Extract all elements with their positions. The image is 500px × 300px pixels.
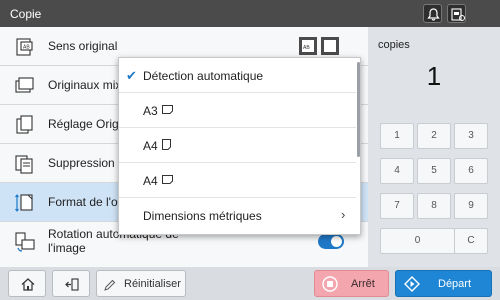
keypad-key-7[interactable]: 7 <box>380 193 414 219</box>
setting-label: Originaux mixt <box>48 78 125 92</box>
device-status-button[interactable] <box>447 4 466 23</box>
svg-text:AB: AB <box>23 45 30 51</box>
home-button[interactable] <box>8 270 46 297</box>
mixed-originals-icon <box>15 77 34 93</box>
job-back-button[interactable] <box>52 270 90 297</box>
option-label: Dimensions métriques <box>143 209 262 223</box>
keypad-key-2[interactable]: 2 <box>417 123 451 149</box>
paper-landscape-icon <box>162 175 173 184</box>
option-label: A3 <box>143 104 158 118</box>
keypad-key-5[interactable]: 5 <box>417 158 451 184</box>
option-a3[interactable]: A3 <box>119 93 356 128</box>
stop-button[interactable]: Arrêt <box>314 270 389 297</box>
home-icon <box>21 278 35 291</box>
option-label: Détection automatique <box>143 69 264 83</box>
copies-label: copies <box>378 39 410 51</box>
keypad-key-6[interactable]: 6 <box>454 158 488 184</box>
original-format-dropdown: ✔ Détection automatique A3 A4 A4 Dimensi… <box>118 57 361 235</box>
option-label: A4 <box>143 174 158 188</box>
keypad-key-clear[interactable]: C <box>454 228 488 254</box>
original-format-icon <box>15 194 33 212</box>
app-title: Copie <box>10 7 42 21</box>
toggle-knob <box>331 236 342 247</box>
reset-button[interactable]: Réinitialiser <box>96 270 186 297</box>
job-back-icon <box>65 278 79 291</box>
setting-label: Suppression p <box>48 156 125 170</box>
original-direction-icon: AB <box>16 38 33 56</box>
keypad-key-1[interactable]: 1 <box>380 123 414 149</box>
stop-icon <box>322 276 338 292</box>
paper-portrait-icon <box>162 139 171 150</box>
page-suppression-icon <box>15 155 33 174</box>
notification-button[interactable] <box>423 4 442 23</box>
checkmark-icon: ✔ <box>126 68 137 83</box>
portrait-orientation-icon: AB <box>299 37 317 55</box>
option-a4-landscape[interactable]: A4 <box>119 163 356 198</box>
start-icon <box>404 276 420 292</box>
option-auto-detection[interactable]: ✔ Détection automatique <box>119 58 356 93</box>
svg-text:AB: AB <box>303 45 310 51</box>
reset-label: Réinitialiser <box>124 278 181 290</box>
setting-label: Sens original <box>48 39 118 53</box>
bell-icon <box>427 8 440 21</box>
auto-rotate-toggle[interactable] <box>318 234 344 249</box>
paper-landscape-icon <box>162 105 173 114</box>
bottom-bar: Réinitialiser Arrêt Départ <box>0 267 500 300</box>
start-button[interactable]: Départ <box>395 270 492 297</box>
device-status-icon <box>451 8 465 21</box>
landscape-orientation-icon <box>321 37 339 55</box>
setting-label: Réglage Origin <box>48 117 129 131</box>
option-a4-portrait[interactable]: A4 <box>119 128 356 163</box>
keypad-key-4[interactable]: 4 <box>380 158 414 184</box>
stop-label: Arrêt <box>351 278 375 290</box>
chevron-right-icon: › <box>341 207 346 222</box>
keypad-key-8[interactable]: 8 <box>417 193 451 219</box>
option-label: A4 <box>143 139 158 153</box>
keypad-key-3[interactable]: 3 <box>454 123 488 149</box>
start-label: Départ <box>438 278 472 290</box>
keypad-key-0[interactable]: 0 <box>380 228 455 254</box>
pencil-icon <box>104 279 116 291</box>
auto-rotate-icon <box>15 232 35 252</box>
option-metric-dimensions[interactable]: Dimensions métriques › <box>119 198 356 233</box>
title-bar: Copie <box>0 0 500 27</box>
dropdown-scrollbar[interactable] <box>357 62 360 157</box>
copies-panel: copies 1 1 2 3 4 5 6 7 8 9 0 C <box>368 27 500 267</box>
original-setting-icon <box>16 115 33 134</box>
copies-count: 1 <box>426 61 442 91</box>
setting-label: Format de l'ori <box>48 195 125 209</box>
keypad-key-9[interactable]: 9 <box>454 193 488 219</box>
